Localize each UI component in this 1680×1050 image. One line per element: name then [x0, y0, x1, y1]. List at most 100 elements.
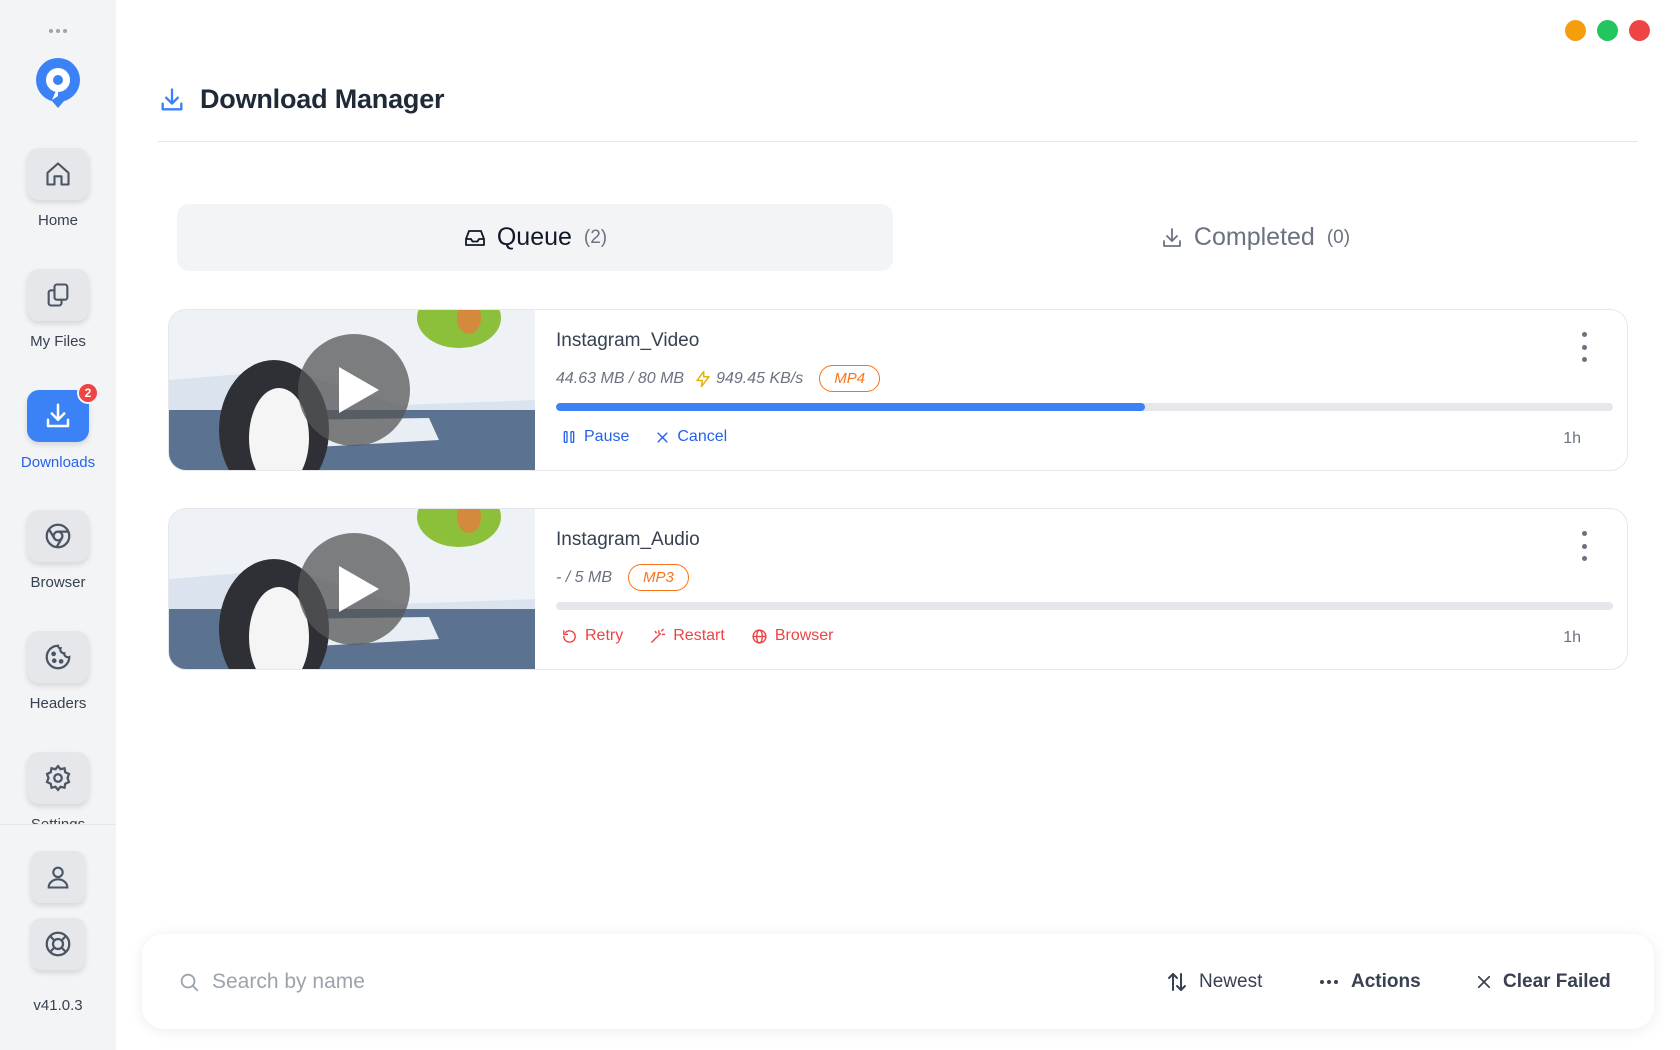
sidebar-item-home[interactable]: Home: [0, 148, 116, 229]
video-thumbnail[interactable]: [169, 509, 535, 670]
sidebar-divider: [0, 824, 116, 825]
close-icon: [1477, 975, 1491, 988]
download-icon: [1163, 227, 1181, 247]
format-badge: MP3: [628, 564, 689, 591]
bottom-toolbar: Newest Actions Clear Failed: [142, 934, 1654, 1029]
download-title: Instagram_Video: [556, 330, 700, 351]
window-controls: [1565, 20, 1650, 41]
pause-button[interactable]: Pause: [561, 428, 629, 446]
search-icon: [180, 973, 199, 991]
progress-bar: [556, 403, 1613, 411]
actions-button[interactable]: Actions: [1317, 934, 1421, 1029]
my-files-button[interactable]: [27, 269, 89, 321]
files-icon: [47, 283, 69, 307]
more-options-icon[interactable]: [1579, 531, 1589, 561]
home-button[interactable]: [27, 148, 89, 200]
sidebar-item-browser[interactable]: Browser: [0, 510, 116, 591]
video-thumbnail[interactable]: [169, 310, 535, 471]
download-speed: 949.45 KB/s: [694, 370, 803, 388]
browser-label: Browser: [774, 627, 834, 644]
download-actions: Pause Cancel: [561, 428, 727, 446]
tab-label: Completed: [1193, 223, 1315, 251]
browser-button[interactable]: [27, 510, 89, 562]
format-badge: MP4: [819, 365, 881, 392]
header-divider: [158, 141, 1638, 142]
cancel-label: Cancel: [677, 428, 728, 445]
sidebar-item-settings[interactable]: Settings: [0, 752, 116, 824]
tab-count: (0): [1326, 226, 1351, 248]
retry-icon: [563, 629, 576, 643]
download-size: - / 5 MB: [556, 568, 613, 586]
close-window-button[interactable]: [1629, 20, 1650, 41]
gear-icon: [45, 764, 71, 792]
speed-value: 949.45 KB/s: [716, 369, 804, 387]
lightning-icon: [696, 370, 710, 387]
retry-label: Retry: [585, 627, 624, 644]
download-icon: [161, 87, 183, 111]
tab-count: (2): [583, 226, 608, 248]
page-title: Download Manager: [200, 84, 445, 114]
home-icon: [46, 162, 70, 186]
globe-icon: [752, 628, 767, 644]
download-size: 44.63 MB / 80 MB: [556, 369, 685, 387]
minimize-button[interactable]: [1565, 20, 1586, 41]
inbox-icon: [464, 229, 485, 246]
cancel-button[interactable]: Cancel: [655, 428, 727, 446]
browser-button[interactable]: Browser: [751, 627, 834, 645]
sidebar-item-label: Browser: [30, 574, 86, 591]
sidebar-item-label: Headers: [29, 695, 87, 712]
user-icon: [47, 866, 69, 889]
search-box: [178, 934, 812, 1029]
download-meta: - / 5 MB MP3: [556, 564, 689, 591]
download-title: Instagram_Audio: [556, 529, 700, 550]
close-icon: [657, 431, 668, 443]
pause-icon: [563, 431, 575, 443]
help-button[interactable]: [31, 918, 85, 970]
progress-fill: [556, 403, 1145, 411]
download-age: 1h: [1563, 430, 1581, 447]
pause-label: Pause: [584, 428, 630, 445]
sidebar-item-label: Downloads: [20, 454, 96, 471]
sidebar-item-label: Settings: [0, 816, 116, 824]
sort-button[interactable]: Newest: [1165, 934, 1262, 1029]
cookie-icon: [45, 644, 71, 670]
account-button[interactable]: [31, 851, 85, 903]
chrome-icon: [45, 523, 71, 549]
restart-label: Restart: [673, 627, 725, 644]
download-age: 1h: [1563, 629, 1581, 646]
downloads-count-badge: 2: [77, 382, 99, 404]
clear-failed-label: Clear Failed: [1503, 970, 1611, 992]
clear-failed-button[interactable]: Clear Failed: [1475, 934, 1611, 1029]
tab-queue[interactable]: Queue (2): [177, 204, 893, 271]
sidebar-item-downloads[interactable]: 2 Downloads: [0, 382, 116, 471]
sidebar-item-label: Home: [37, 212, 78, 229]
ellipsis-icon: [1320, 979, 1338, 984]
tab-completed[interactable]: Completed (0): [897, 204, 1613, 271]
magic-wand-icon: [651, 628, 666, 643]
sort-icon: [1168, 972, 1186, 991]
more-options-icon[interactable]: [1579, 332, 1589, 362]
headers-button[interactable]: [27, 631, 89, 683]
download-meta: 44.63 MB / 80 MB 949.45 KB/s MP4: [556, 365, 881, 392]
lifebuoy-icon: [45, 931, 71, 957]
download-card[interactable]: Instagram_Audio - / 5 MB MP3 Retry Resta…: [168, 508, 1628, 670]
sort-label: Newest: [1199, 970, 1263, 992]
progress-bar: [556, 602, 1613, 610]
settings-button[interactable]: [27, 752, 89, 804]
maximize-button[interactable]: [1597, 20, 1618, 41]
page-header: Download Manager: [158, 84, 445, 115]
download-card[interactable]: Instagram_Video 44.63 MB / 80 MB 949.45 …: [168, 309, 1628, 471]
downloads-button[interactable]: 2: [27, 382, 99, 442]
sidebar-item-my-files[interactable]: My Files: [0, 269, 116, 350]
sidebar: Home My Files 2 Downloads Browser Header…: [0, 0, 116, 1050]
download-actions: Retry Restart Browser: [561, 627, 834, 645]
app-version: v41.0.3: [33, 997, 83, 1014]
download-icon: [46, 403, 70, 428]
sidebar-item-label: My Files: [30, 333, 86, 350]
tab-label: Queue: [496, 223, 572, 251]
retry-button[interactable]: Retry: [561, 627, 623, 645]
sidebar-item-headers[interactable]: Headers: [0, 631, 116, 712]
restart-button[interactable]: Restart: [649, 627, 725, 645]
actions-label: Actions: [1351, 970, 1421, 992]
search-input[interactable]: [212, 969, 812, 994]
